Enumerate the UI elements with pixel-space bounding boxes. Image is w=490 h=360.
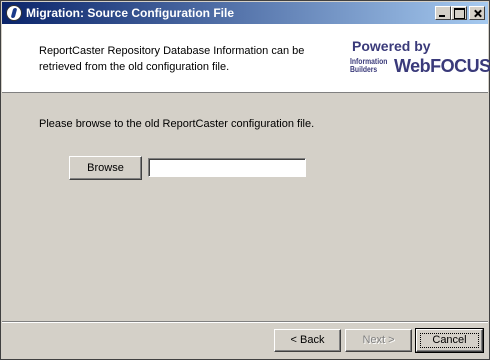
focus-indicator: [420, 333, 479, 348]
title-bar[interactable]: Migration: Source Configuration File: [2, 2, 488, 24]
logo-company: Information Builders: [350, 57, 388, 74]
cancel-button[interactable]: Cancel: [415, 328, 484, 353]
header-panel: ReportCaster Repository Database Informa…: [2, 24, 490, 93]
window-title: Migration: Source Configuration File: [26, 6, 234, 20]
app-icon: [6, 5, 22, 21]
maximize-button[interactable]: [451, 6, 467, 20]
back-button[interactable]: < Back: [274, 329, 341, 352]
footer-separator: [2, 321, 488, 323]
migration-dialog: Migration: Source Configuration File Rep…: [0, 0, 490, 360]
instruction-text: Please browse to the old ReportCaster co…: [39, 118, 315, 130]
next-button[interactable]: Next >: [345, 329, 412, 352]
browse-button[interactable]: Browse: [69, 156, 142, 180]
logo-powered-by: Powered by: [352, 38, 431, 54]
minimize-button[interactable]: [435, 6, 451, 20]
config-file-path-input[interactable]: [148, 158, 306, 177]
webfocus-logo: Powered by Information Builders WebFOCUS: [350, 38, 490, 84]
header-description: ReportCaster Repository Database Informa…: [39, 45, 305, 73]
logo-product: WebFOCUS: [394, 56, 490, 76]
close-button[interactable]: [469, 6, 485, 20]
